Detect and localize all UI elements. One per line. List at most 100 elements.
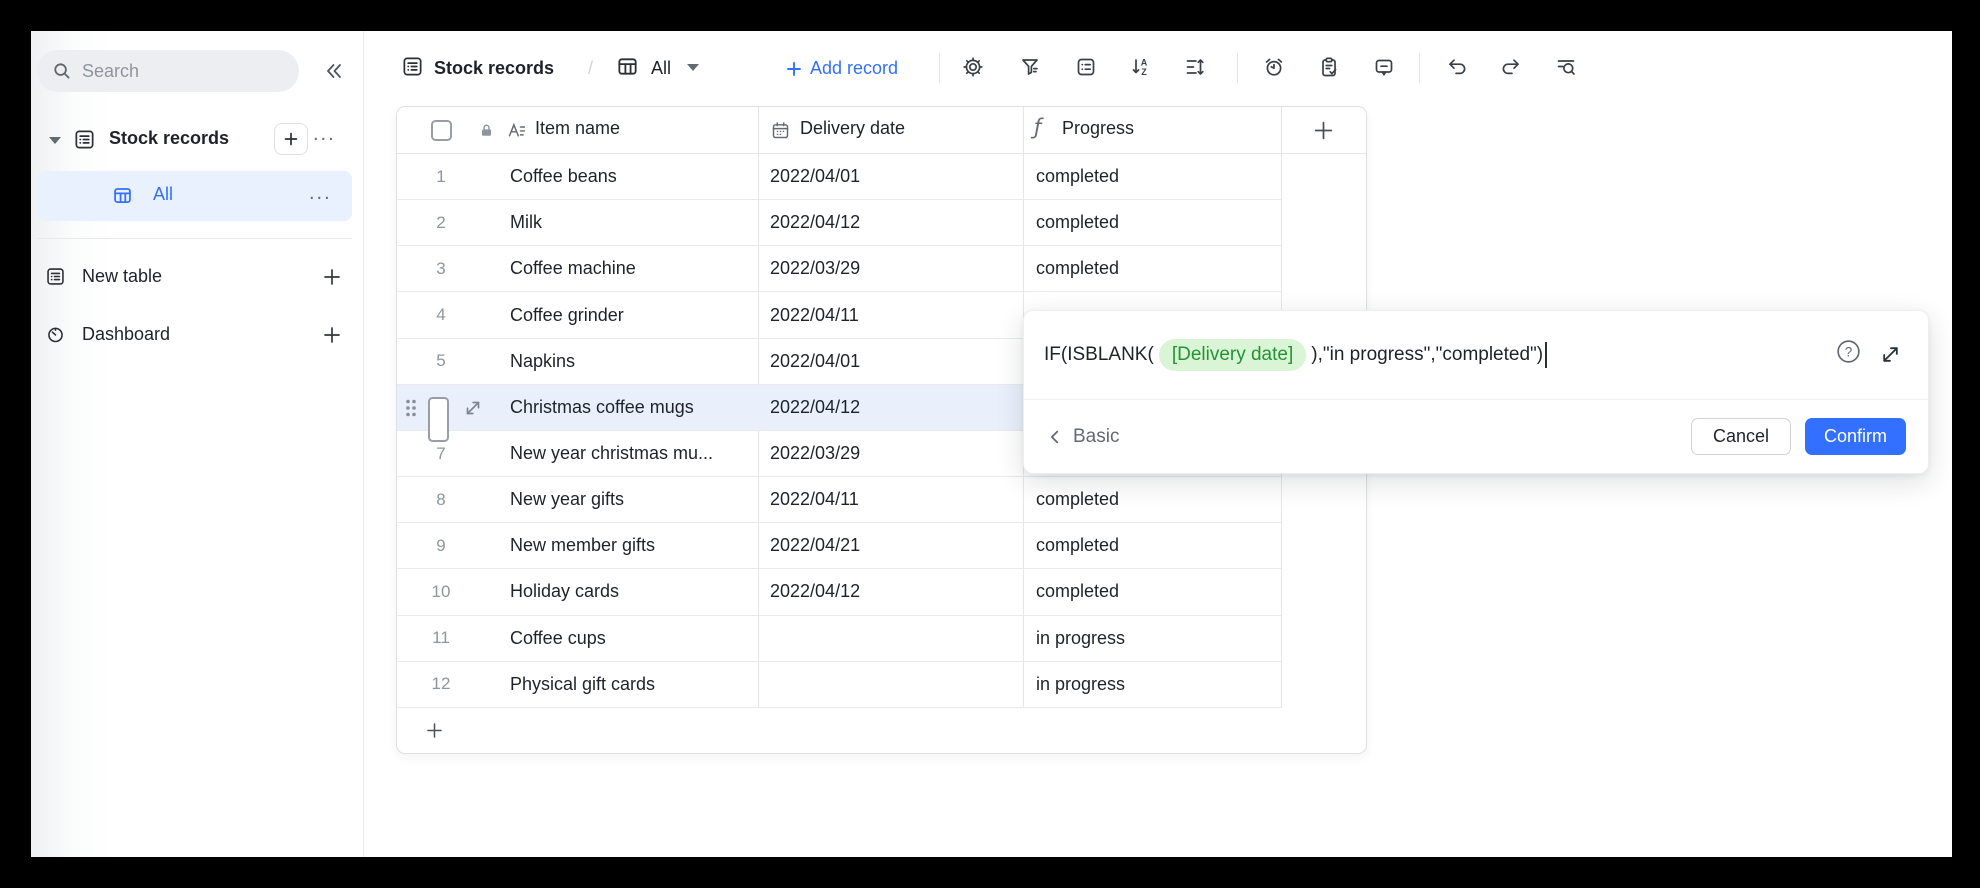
plus-icon	[424, 720, 445, 741]
cell-progress[interactable]: completed	[1023, 581, 1281, 602]
sidebar-view-label: All	[153, 184, 174, 204]
sort-az-icon[interactable]: AZ	[1129, 55, 1153, 79]
cell-delivery-date[interactable]: 2022/04/21	[758, 535, 1023, 556]
sidebar-item-new-table[interactable]: New table	[31, 259, 363, 295]
svg-text:Z: Z	[1141, 67, 1147, 77]
cell-item-name[interactable]: New year gifts	[485, 489, 758, 510]
sidebar-item-dashboard[interactable]: Dashboard	[31, 317, 363, 353]
cell-item-name[interactable]: Napkins	[485, 351, 758, 372]
confirm-button[interactable]: Confirm	[1804, 418, 1906, 455]
row-number: 10	[431, 581, 451, 601]
cell-delivery-date[interactable]: 2022/04/11	[758, 489, 1023, 510]
column-header-item-name[interactable]: Item name	[535, 118, 620, 139]
breadcrumb-table-name[interactable]: Stock records	[434, 58, 554, 79]
find-in-view-icon[interactable]	[1554, 55, 1578, 79]
plus-icon	[284, 132, 298, 146]
triangle-down-icon[interactable]	[49, 137, 61, 144]
select-all-checkbox[interactable]	[431, 120, 452, 141]
text-type-icon	[506, 120, 527, 141]
cell-item-name[interactable]: Coffee cups	[485, 628, 758, 649]
back-to-basic-button[interactable]: Basic	[1046, 426, 1119, 448]
cell-delivery-date[interactable]: 2022/04/12	[758, 212, 1023, 233]
cancel-button[interactable]: Cancel	[1690, 418, 1791, 455]
cell-progress[interactable]: in progress	[1023, 628, 1281, 649]
toolbar-divider	[1419, 53, 1420, 83]
table-row[interactable]: 11 Coffee cups in progress	[397, 616, 1281, 662]
cell-delivery-date[interactable]: 2022/03/29	[758, 443, 1023, 464]
add-dashboard-button[interactable]	[321, 324, 343, 346]
table-more-button[interactable]: ...	[313, 124, 336, 144]
view-more-button[interactable]: ...	[309, 183, 332, 203]
cell-delivery-date[interactable]: 2022/04/01	[758, 166, 1023, 187]
cell-progress[interactable]: in progress	[1023, 674, 1281, 695]
cell-item-name[interactable]: Christmas coffee mugs	[485, 397, 758, 418]
plus-icon	[324, 269, 340, 285]
cell-item-name[interactable]: New member gifts	[485, 535, 758, 556]
table-row[interactable]: 1 Coffee beans 2022/04/01 completed	[397, 154, 1281, 201]
column-header-delivery-date[interactable]: Delivery date	[800, 118, 905, 139]
help-circle-icon[interactable]: ?	[1835, 338, 1862, 365]
cell-item-name[interactable]: New year christmas mu...	[485, 443, 758, 464]
sidebar-view-all[interactable]: All ...	[37, 171, 352, 221]
cell-item-name[interactable]: Coffee machine	[485, 258, 758, 279]
group-list-icon[interactable]	[1074, 55, 1098, 79]
sidebar-dashboard-label: Dashboard	[82, 324, 171, 344]
table-row[interactable]: 8 New year gifts 2022/04/11 completed	[397, 477, 1281, 524]
cell-item-name[interactable]: Coffee beans	[485, 166, 758, 187]
formula-icon: ƒ	[1034, 115, 1042, 139]
cell-item-name[interactable]: Holiday cards	[485, 581, 758, 602]
breadcrumb-view-name[interactable]: All	[651, 58, 671, 79]
add-record-button[interactable]: Add record	[785, 58, 898, 79]
cell-progress[interactable]: completed	[1023, 535, 1281, 556]
chevron-down-icon[interactable]	[687, 64, 699, 71]
table-row[interactable]: 10 Holiday cards 2022/04/12 completed	[397, 569, 1281, 616]
sidebar-collapse-button[interactable]	[323, 60, 345, 82]
expand-icon[interactable]	[1880, 344, 1901, 365]
alarm-clock-icon[interactable]	[1262, 55, 1286, 79]
cell-progress[interactable]: completed	[1023, 166, 1281, 187]
row-number: 12	[431, 674, 451, 694]
row-height-icon[interactable]	[1183, 55, 1207, 79]
cell-delivery-date[interactable]: 2022/04/12	[758, 581, 1023, 602]
add-table-button[interactable]	[321, 266, 343, 288]
filter-icon[interactable]	[1018, 55, 1042, 79]
cell-delivery-date[interactable]: 2022/03/29	[758, 258, 1023, 279]
settings-gear-icon[interactable]	[961, 55, 985, 79]
sidebar-table-label: Stock records	[109, 128, 230, 148]
sidebar-item-stock-records[interactable]: Stock records ...	[31, 123, 363, 157]
cell-progress[interactable]: completed	[1023, 258, 1281, 279]
undo-icon[interactable]	[1445, 55, 1469, 79]
table-row[interactable]: 9 New member gifts 2022/04/21 completed	[397, 523, 1281, 570]
main-area: Stock records / All Add record AZ Item n…	[364, 31, 1952, 857]
field-token[interactable]: [Delivery date]	[1158, 339, 1307, 371]
row-number: 2	[436, 212, 446, 232]
column-header-progress[interactable]: Progress	[1062, 118, 1134, 139]
cell-progress[interactable]: completed	[1023, 489, 1281, 510]
row-number: 7	[436, 443, 446, 463]
add-view-button[interactable]	[274, 123, 308, 155]
cell-item-name[interactable]: Physical gift cards	[485, 674, 758, 695]
cell-delivery-date[interactable]: 2022/04/01	[758, 351, 1023, 372]
formula-input[interactable]: IF(ISBLANK( [Delivery date] ),"in progre…	[1024, 311, 1928, 400]
table-row[interactable]: 3 Coffee machine 2022/03/29 completed	[397, 246, 1281, 293]
toolbar-divider	[1237, 53, 1238, 83]
grid-view-icon	[112, 185, 133, 206]
plus-icon	[324, 327, 340, 343]
cell-progress[interactable]: completed	[1023, 212, 1281, 233]
cell-item-name[interactable]: Milk	[485, 212, 758, 233]
svg-text:A: A	[1141, 58, 1148, 68]
redo-icon[interactable]	[1499, 55, 1523, 79]
table-row[interactable]: 2 Milk 2022/04/12 completed	[397, 200, 1281, 247]
comment-bubble-icon[interactable]	[1372, 55, 1396, 79]
add-column-button[interactable]	[1311, 118, 1336, 143]
cell-delivery-date[interactable]: 2022/04/11	[758, 305, 1023, 326]
table-icon	[45, 266, 66, 287]
cell-item-name[interactable]: Coffee grinder	[485, 305, 758, 326]
table-row[interactable]: 12 Physical gift cards in progress	[397, 662, 1281, 708]
lock-icon	[479, 123, 494, 138]
form-clipboard-icon[interactable]	[1317, 55, 1341, 79]
add-row-button[interactable]	[397, 708, 1366, 753]
search-input[interactable]: Search	[37, 50, 299, 92]
cell-delivery-date[interactable]: 2022/04/12	[758, 397, 1023, 418]
breadcrumb-separator: /	[588, 58, 594, 78]
